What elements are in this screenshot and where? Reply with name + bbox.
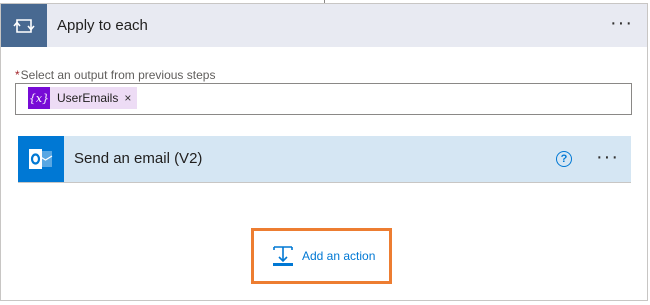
- loop-more-options-icon[interactable]: ···: [610, 4, 633, 47]
- apply-to-each-header[interactable]: Apply to each ···: [1, 4, 647, 47]
- add-action-icon: [273, 246, 293, 266]
- required-marker: *: [15, 68, 20, 82]
- apply-to-each-card: Apply to each ··· *Select an output from…: [0, 3, 648, 301]
- apply-to-each-title: Apply to each: [57, 17, 148, 34]
- send-email-title: Send an email (V2): [74, 150, 203, 167]
- help-icon[interactable]: ?: [556, 151, 572, 167]
- add-an-action-label: Add an action: [302, 249, 376, 263]
- add-an-action-button[interactable]: Add an action: [251, 228, 392, 284]
- output-field-label-text: Select an output from previous steps: [20, 68, 216, 82]
- output-field-label: *Select an output from previous steps: [15, 68, 215, 82]
- expression-variable-icon: {x}: [28, 87, 50, 109]
- token-remove-icon[interactable]: ×: [124, 91, 137, 105]
- dynamic-content-token[interactable]: {x} UserEmails ×: [28, 87, 138, 109]
- action-more-options-icon[interactable]: ···: [596, 136, 619, 179]
- outlook-icon: [18, 136, 64, 182]
- output-input[interactable]: {x} UserEmails ×: [15, 83, 632, 115]
- loop-icon: [1, 4, 47, 47]
- send-email-action-card[interactable]: Send an email (V2) ? ···: [18, 136, 631, 183]
- token-label: UserEmails: [57, 91, 119, 105]
